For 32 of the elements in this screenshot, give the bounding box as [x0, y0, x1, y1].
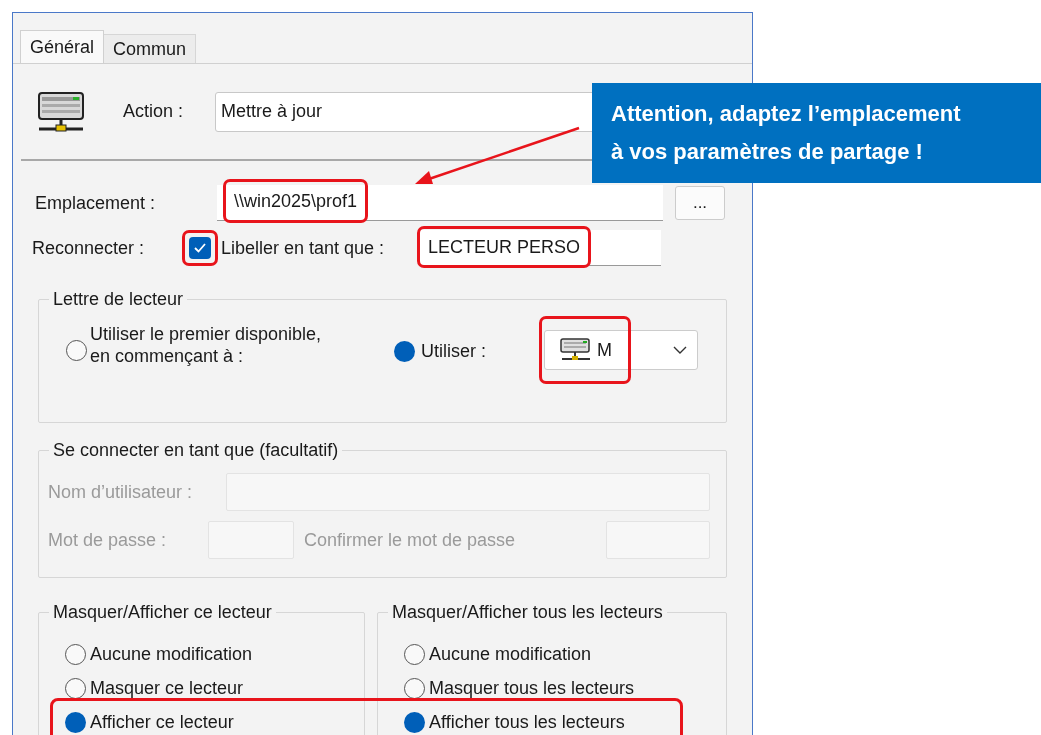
radio-button[interactable] — [65, 677, 86, 699]
reconnect-checkbox[interactable] — [189, 237, 211, 259]
confirm-password-label: Confirmer le mot de passe — [304, 528, 517, 552]
radio-button[interactable] — [404, 677, 425, 699]
option-label: Afficher tous les lecteurs — [429, 710, 625, 734]
option-label: Utiliser le premier disponible, en commençant à : — [90, 323, 323, 367]
option-label: Aucune modification — [90, 642, 253, 666]
option-label: Aucune modification — [429, 642, 592, 666]
tab[interactable]: Commun — [104, 34, 197, 63]
action-label: Action : — [123, 100, 184, 123]
option-label: Masquer tous les lecteurs — [429, 676, 635, 700]
check-icon — [193, 242, 207, 254]
drive-letter: M — [597, 338, 612, 362]
option-label: Utiliser : — [421, 340, 486, 363]
drive-dropdown[interactable]: M — [544, 330, 698, 370]
label-as-label: Libeller en tant que : — [221, 236, 386, 260]
radio-button[interactable] — [404, 711, 425, 733]
tab[interactable]: Général — [20, 30, 105, 63]
browse-button[interactable]: ... — [675, 186, 725, 220]
username-label: Nom d’utilisateur : — [48, 480, 194, 504]
radio-button[interactable] — [404, 643, 425, 665]
radio-button[interactable] — [65, 643, 86, 665]
option-label: Afficher ce lecteur — [90, 710, 234, 734]
option-label: Masquer ce lecteur — [90, 676, 244, 700]
network-drive-icon — [559, 337, 593, 363]
password-label: Mot de passe : — [48, 528, 168, 552]
location-label: Emplacement : — [35, 191, 157, 215]
radio-button[interactable] — [394, 341, 415, 362]
radio-button[interactable] — [65, 711, 86, 733]
reconnect-label: Reconnecter : — [32, 236, 146, 260]
radio-button[interactable] — [66, 340, 87, 361]
chevron-down-icon — [673, 346, 687, 354]
